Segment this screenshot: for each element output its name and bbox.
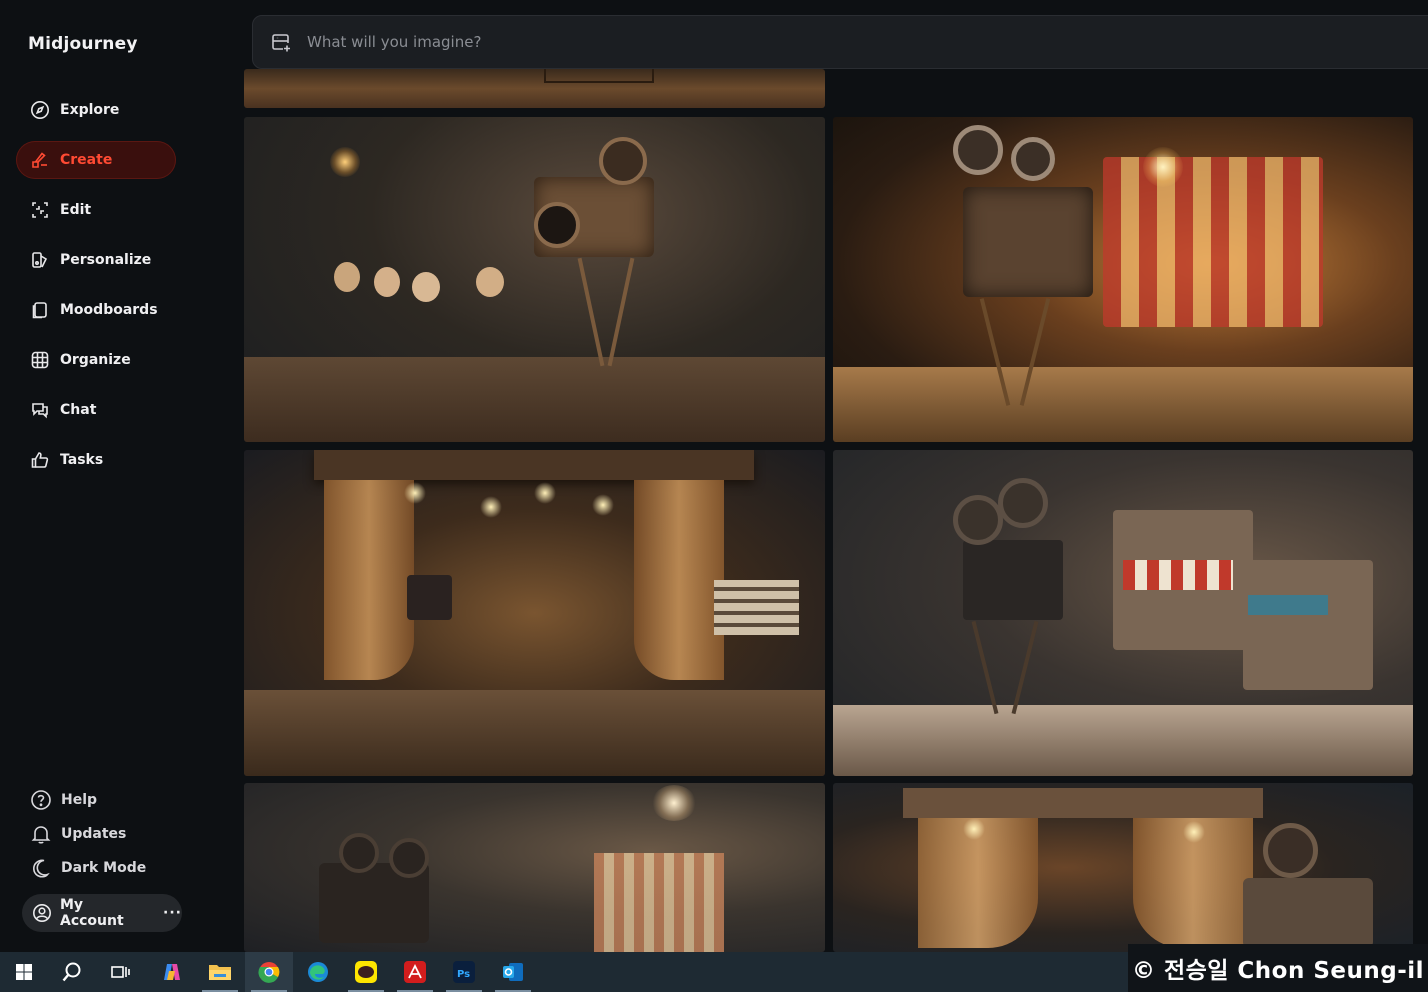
- prompt-bar: [252, 15, 1428, 69]
- windows-start-icon[interactable]: [0, 952, 48, 992]
- nav-create[interactable]: Create: [16, 141, 176, 179]
- nav-organize-label: Organize: [60, 352, 131, 368]
- gallery-image[interactable]: [244, 783, 825, 952]
- moodboard-icon: [30, 300, 50, 320]
- nav-chat[interactable]: Chat: [16, 391, 176, 429]
- dark-mode-toggle[interactable]: Dark Mode: [30, 857, 146, 879]
- user-circle-icon: [32, 903, 52, 923]
- outlook-icon[interactable]: [489, 952, 537, 992]
- gallery-image[interactable]: [244, 69, 825, 108]
- file-explorer-icon[interactable]: [196, 952, 244, 992]
- compass-icon: [30, 100, 50, 120]
- dark-mode-label: Dark Mode: [61, 860, 147, 876]
- nav-explore[interactable]: Explore: [16, 91, 176, 129]
- help-link[interactable]: Help: [30, 789, 97, 811]
- image-prompt-icon[interactable]: [269, 30, 293, 54]
- search-icon[interactable]: [48, 952, 96, 992]
- nav-moodboards-label: Moodboards: [60, 302, 158, 318]
- nav-moodboards[interactable]: Moodboards: [16, 291, 176, 329]
- more-options-icon[interactable]: ···: [163, 905, 182, 921]
- sidebar: Midjourney Explore Create Edit Personali…: [0, 0, 244, 952]
- bell-icon: [30, 823, 52, 845]
- edge-icon[interactable]: [294, 952, 342, 992]
- prompt-input[interactable]: [307, 33, 1207, 51]
- nav-edit-label: Edit: [60, 202, 92, 218]
- brush-icon: [30, 150, 50, 170]
- my-account-label: My Account: [60, 897, 124, 929]
- nav-explore-label: Explore: [60, 102, 120, 118]
- app-logo[interactable]: Midjourney: [28, 34, 138, 54]
- updates-label: Updates: [61, 826, 127, 842]
- gallery-image[interactable]: [833, 783, 1413, 952]
- help-icon: [30, 789, 52, 811]
- copyright-watermark: © 전승일 Chon Seung-il: [1128, 944, 1428, 992]
- nav-organize[interactable]: Organize: [16, 341, 176, 379]
- photoshop-icon[interactable]: Ps: [440, 952, 488, 992]
- updates-link[interactable]: Updates: [30, 823, 126, 845]
- nav-personalize[interactable]: Personalize: [16, 241, 176, 279]
- svg-text:Ps: Ps: [457, 969, 470, 980]
- acrobat-icon[interactable]: [391, 952, 439, 992]
- moon-icon: [30, 857, 52, 879]
- grid-icon: [30, 350, 50, 370]
- app-window: Midjourney Explore Create Edit Personali…: [0, 0, 1428, 952]
- my-account-button[interactable]: My Account ···: [22, 894, 182, 932]
- chat-icon: [30, 400, 50, 420]
- nav-edit[interactable]: Edit: [16, 191, 176, 229]
- nav-tasks[interactable]: Tasks: [16, 441, 176, 479]
- nav-chat-label: Chat: [60, 402, 97, 418]
- nav-personalize-label: Personalize: [60, 252, 152, 268]
- personalize-icon: [30, 250, 50, 270]
- kakaotalk-icon[interactable]: [342, 952, 390, 992]
- nav-create-label: Create: [60, 152, 113, 168]
- gallery-image[interactable]: [244, 117, 825, 442]
- thumbs-up-icon: [30, 450, 50, 470]
- help-label: Help: [61, 792, 98, 808]
- edit-frame-icon: [30, 200, 50, 220]
- gallery-image[interactable]: [833, 450, 1413, 776]
- nav-tasks-label: Tasks: [60, 452, 104, 468]
- gallery-image[interactable]: [244, 450, 825, 776]
- gallery-image[interactable]: [833, 117, 1413, 442]
- copilot-icon[interactable]: [148, 952, 196, 992]
- task-view-icon[interactable]: [96, 952, 144, 992]
- chrome-icon[interactable]: [245, 952, 293, 992]
